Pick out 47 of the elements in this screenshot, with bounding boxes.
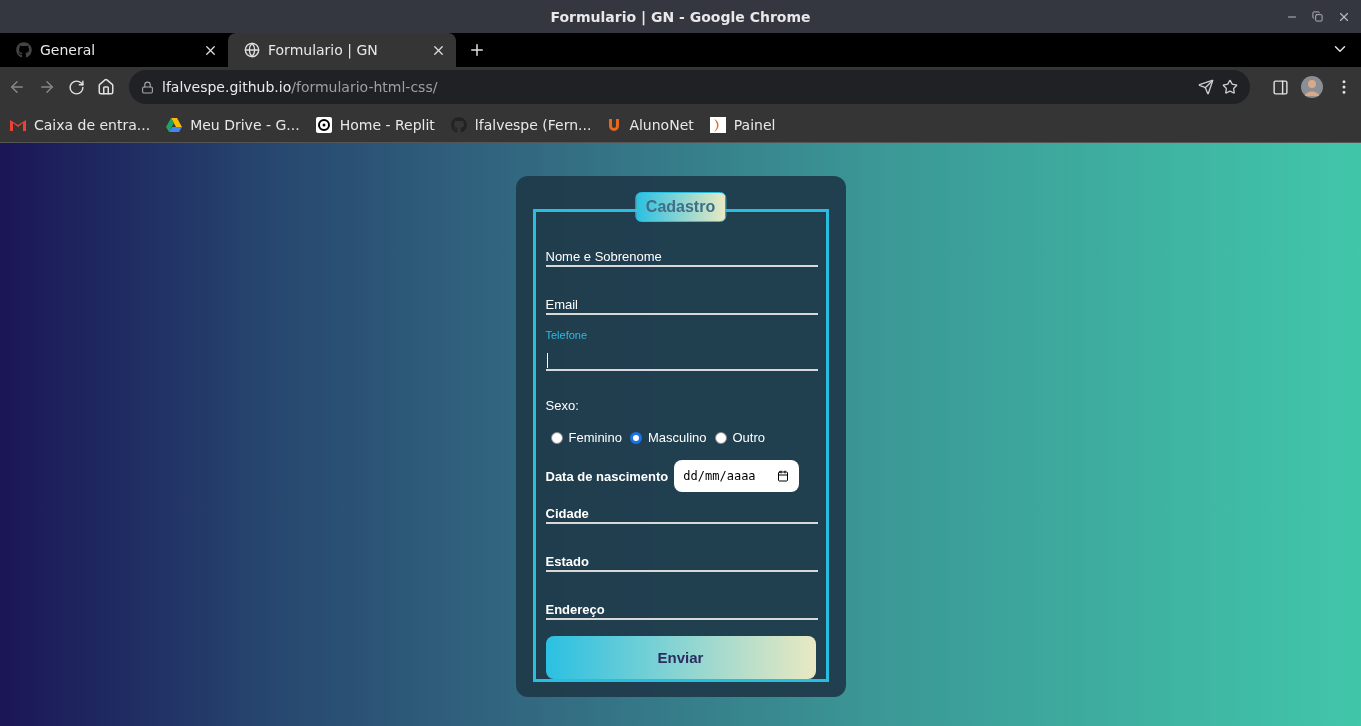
globe-icon <box>244 42 260 58</box>
bookmark-link[interactable]: Meu Drive - G... <box>190 116 300 133</box>
bookmark-link[interactable]: lfalvespe (Fern... <box>474 116 592 133</box>
input-field[interactable]: Endereço <box>545 602 818 620</box>
send-icon[interactable] <box>1198 79 1214 95</box>
radio-label: Masculino <box>647 430 707 445</box>
input-field[interactable]: Email <box>545 297 818 315</box>
bookmark-link[interactable]: Caixa de entra... <box>34 116 151 133</box>
calendar-icon[interactable] <box>777 470 790 482</box>
radio-button[interactable] <box>550 431 563 444</box>
browser-tab[interactable]: General <box>0 33 228 67</box>
swoosh-icon <box>709 116 726 133</box>
restore-icon[interactable] <box>1312 11 1323 22</box>
address-bar[interactable]: lfalvespe.github.io/formulario-html-css/ <box>129 70 1250 104</box>
radio-label: Outro <box>732 430 765 445</box>
radio-button[interactable] <box>714 431 727 444</box>
radio-button[interactable] <box>629 431 642 444</box>
radio-label: Feminino <box>568 430 622 445</box>
reload-icon[interactable] <box>68 78 85 96</box>
bookmark-link[interactable]: Home - Replit <box>339 116 435 133</box>
star-icon[interactable] <box>1222 79 1238 95</box>
back-icon[interactable] <box>8 78 26 96</box>
mail-icon <box>10 118 26 131</box>
u-logo-icon <box>607 116 622 133</box>
field-label: Data de nascimento <box>545 468 669 484</box>
field-label: Sexo: <box>545 398 579 413</box>
lock-icon <box>141 80 154 94</box>
input-field[interactable]: Nome e Sobrenome <box>545 249 818 267</box>
new-tab-icon[interactable] <box>468 41 486 59</box>
input-field[interactable]: Estado <box>545 554 818 572</box>
home-icon[interactable] <box>97 78 115 96</box>
bookmark-link[interactable]: Painel <box>733 116 776 133</box>
window-title: Formulario | GN - Google Chrome <box>550 8 811 25</box>
tab-label: Formulario | GN <box>268 42 379 58</box>
triangle-icon <box>166 117 183 132</box>
side-panel-icon[interactable] <box>1272 78 1289 96</box>
browser-tab[interactable]: Formulario | GN <box>228 33 456 67</box>
tab-label: General <box>40 42 97 58</box>
input-field[interactable]: Telefone <box>545 329 818 371</box>
forward-icon[interactable] <box>38 78 56 96</box>
avatar-icon[interactable] <box>1301 76 1323 98</box>
github-icon <box>16 42 32 58</box>
spiral-icon <box>315 116 332 133</box>
date-field[interactable]: dd/mm/aaaa <box>674 460 800 492</box>
submit-button[interactable]: Enviar <box>545 636 816 679</box>
bookmark-link[interactable]: AlunoNet <box>629 116 694 133</box>
input-field[interactable]: Cidade <box>545 506 818 524</box>
